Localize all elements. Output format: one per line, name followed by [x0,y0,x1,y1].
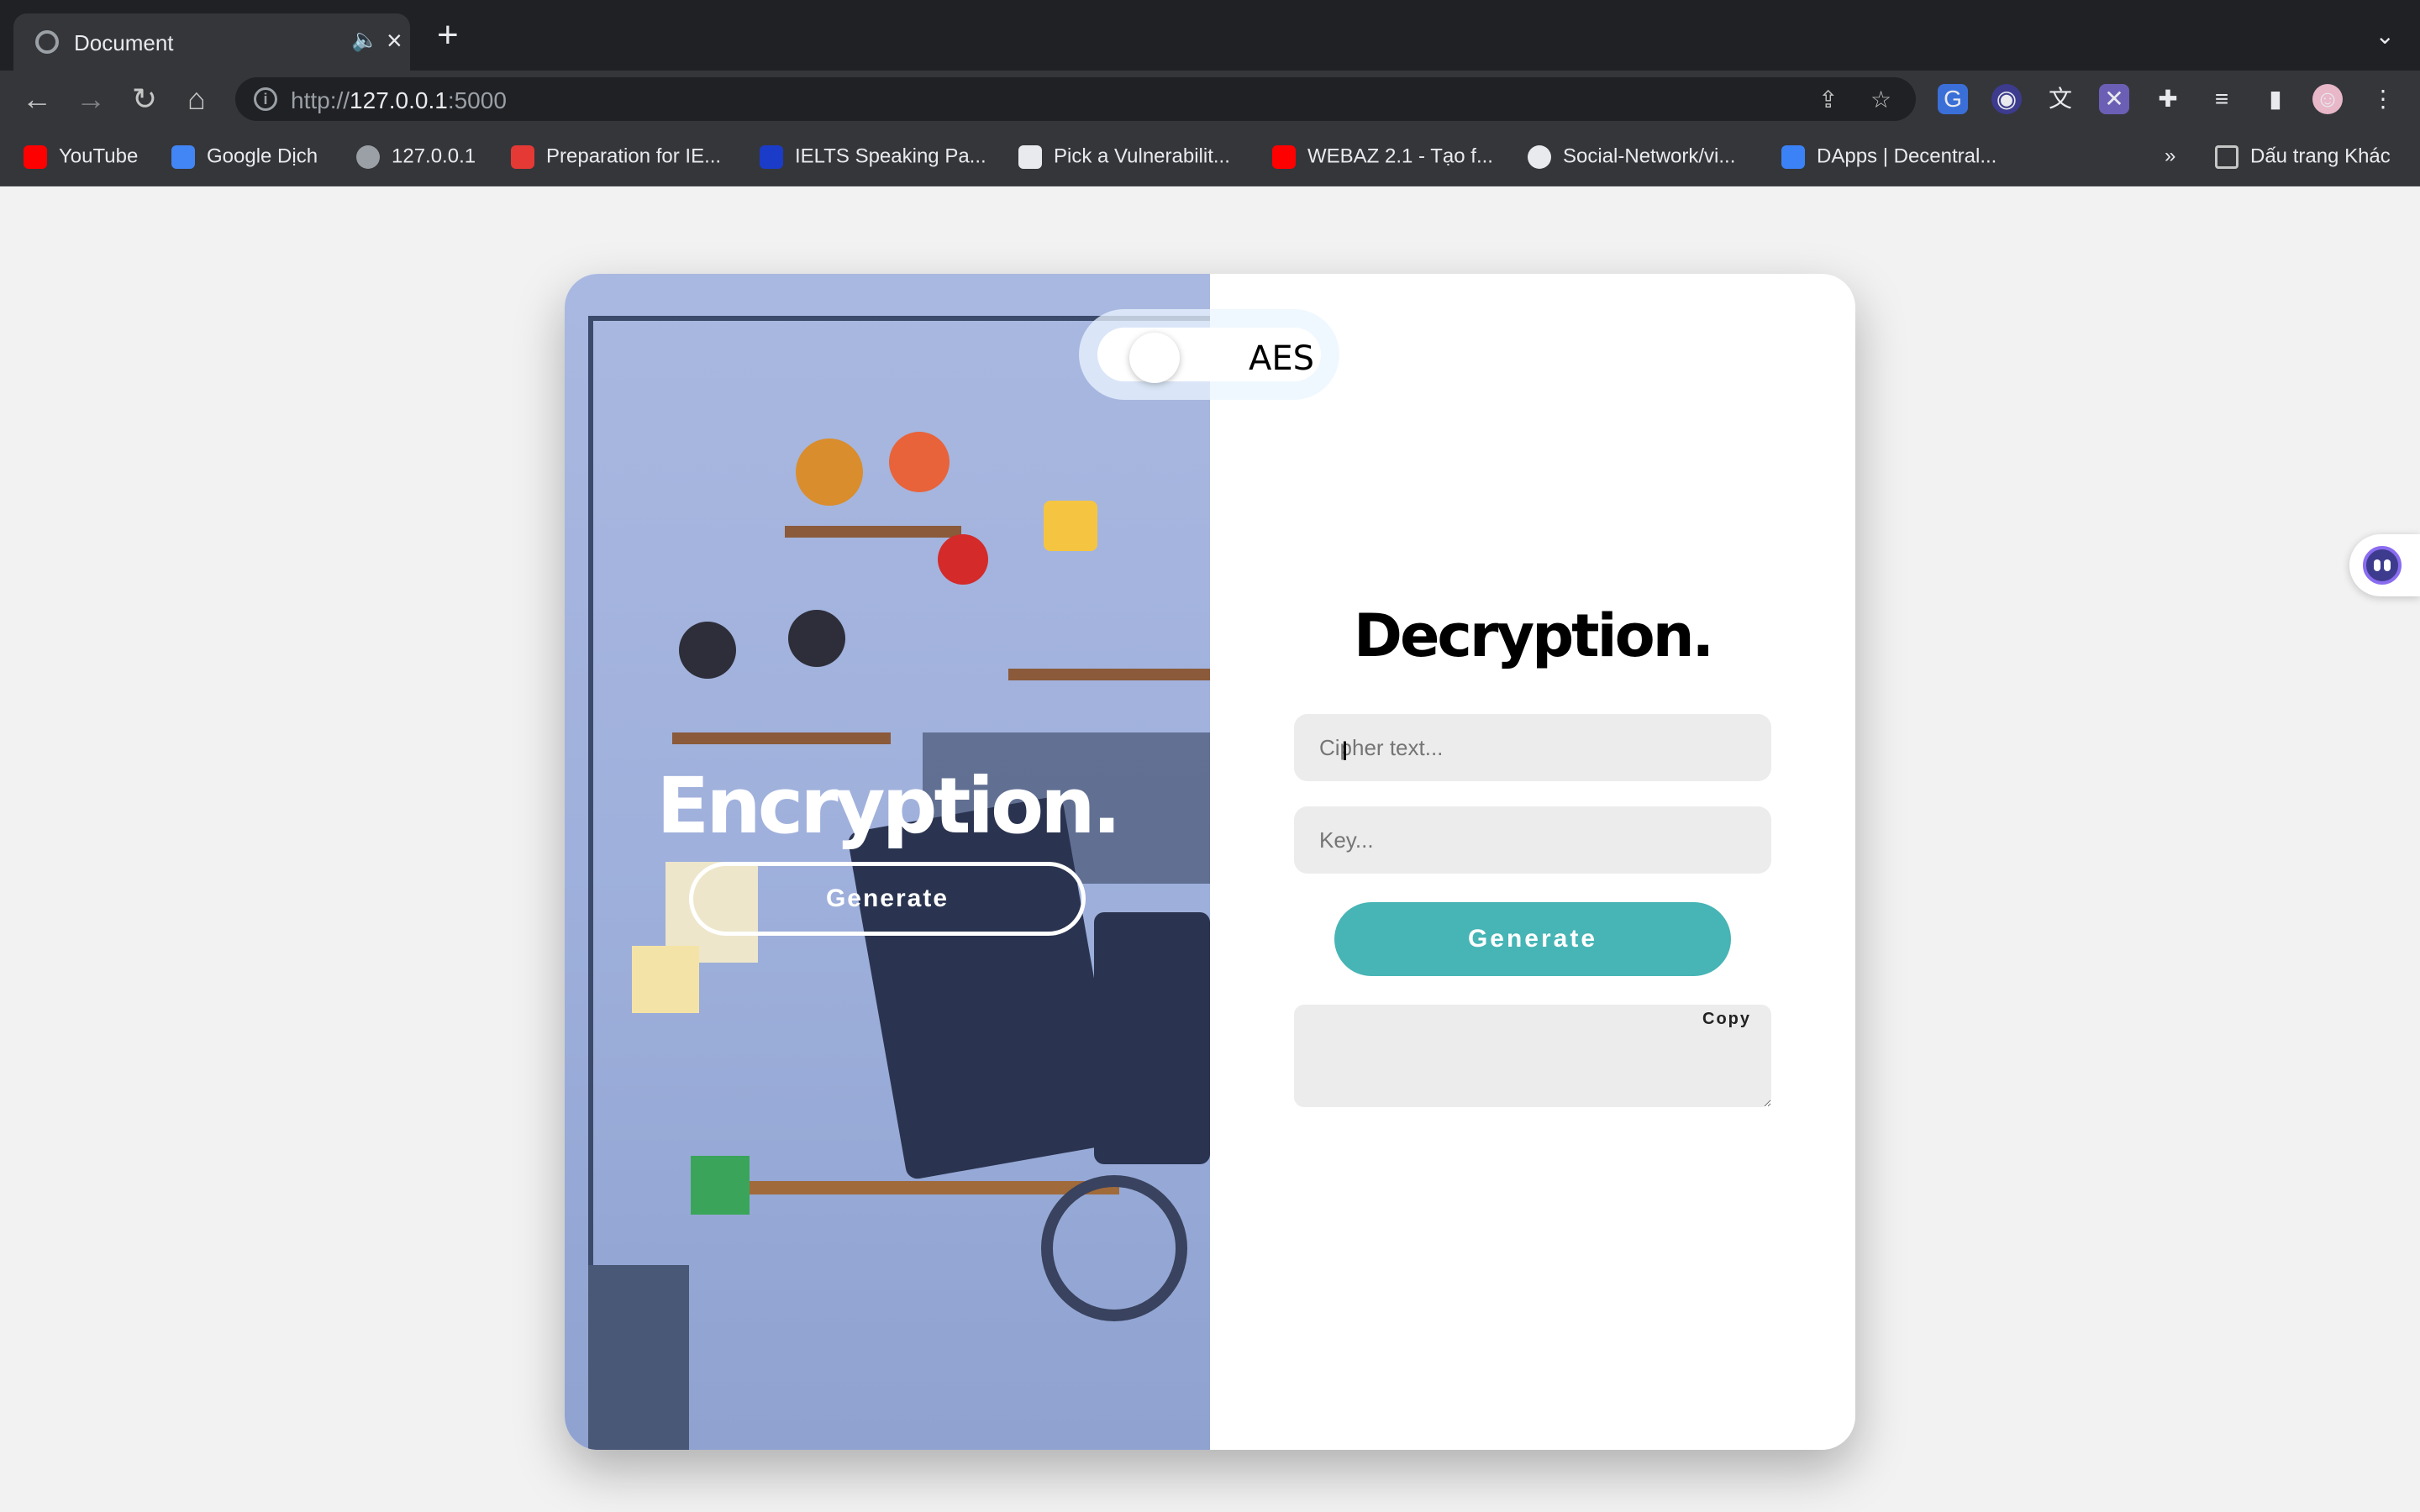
tab-bar: Document 🔈 × + ⌄ [0,0,2420,71]
browser-menu-icon[interactable]: ⋮ [2368,84,2398,114]
shield-icon [1781,144,1805,169]
media-control-icon[interactable]: ≡ [2207,84,2237,114]
cipher-text-input[interactable] [1294,714,1771,781]
decryption-title: Decryption. [1353,601,1714,670]
bookmark-youtube[interactable]: YouTube [24,144,138,171]
bookmark-ielts[interactable]: IELTS Speaking Pa... [760,144,986,171]
hackerone-icon [1018,144,1042,169]
encryption-title: Encryption. [656,761,1121,851]
ielts-icon [760,144,783,169]
side-panel-icon[interactable]: ▮ [2260,84,2291,114]
url-text[interactable]: http://127.0.0.1:5000 [291,87,507,114]
bookmarks-bar: YouTube Google Dịch 127.0.0.1 Preparatio… [0,128,2420,186]
extensions-puzzle-icon[interactable]: ✚ [2153,84,2183,114]
globe-icon [35,30,59,54]
github-icon [1528,144,1551,169]
back-button[interactable]: ← [18,81,55,118]
translate-extension-icon[interactable]: 文 [2045,84,2075,114]
encryption-panel: Encryption. Generate [565,274,1210,1450]
bot-extension-icon[interactable]: ◉ [1991,84,2022,114]
bookmark-google-dich[interactable]: Google Dịch [171,144,318,171]
tab-search-chevron-icon[interactable]: ⌄ [2375,22,2395,50]
floating-assistant-button[interactable] [2349,534,2420,596]
key-input[interactable] [1294,806,1771,874]
text-cursor-icon: I [1341,736,1349,766]
address-bar[interactable]: i http://127.0.0.1:5000 ⇪ ☆ [235,77,1916,121]
folder-icon [2215,144,2238,169]
globe-icon [356,144,380,169]
bookmark-social-network[interactable]: Social-Network/vi... [1528,144,1735,171]
site-info-icon[interactable]: i [254,87,277,111]
preparation-icon [511,144,534,169]
tab-title: Document [74,30,174,55]
game-extension-icon[interactable]: ✕ [2099,84,2129,114]
bookmark-localhost[interactable]: 127.0.0.1 [356,144,476,171]
share-icon[interactable]: ⇪ [1818,86,1838,113]
bookmark-preparation[interactable]: Preparation for IE... [511,144,721,171]
decryption-generate-button[interactable]: Generate [1334,902,1731,976]
bot-face-icon [2363,546,2402,585]
youtube-icon [1272,144,1296,169]
bookmark-webaz[interactable]: WEBAZ 2.1 - Tạo f... [1272,144,1493,171]
forward-button[interactable]: → [72,81,109,118]
reload-button[interactable]: ↻ [126,81,163,118]
output-textarea[interactable] [1294,1005,1771,1107]
other-bookmarks-folder[interactable]: Dấu trang Khác [2215,144,2391,171]
bookmark-pick-vulnerability[interactable]: Pick a Vulnerabilit... [1018,144,1230,171]
browser-tab[interactable]: Document 🔈 × [13,13,410,71]
mode-label: AES [1249,339,1315,378]
toggle-knob[interactable] [1129,333,1180,383]
speaker-icon[interactable]: 🔈 [351,27,378,53]
home-button[interactable]: ⌂ [178,81,215,118]
more-bookmarks-button[interactable]: » [2165,144,2175,171]
copy-button[interactable]: Copy [1702,1010,1751,1029]
youtube-icon [24,144,47,169]
encryption-generate-button[interactable]: Generate [689,862,1086,936]
google-translate-icon [171,144,195,169]
new-tab-button[interactable]: + [437,17,459,54]
bookmark-dapps[interactable]: DApps | Decentral... [1781,144,1996,171]
bookmark-star-icon[interactable]: ☆ [1870,86,1891,113]
crypto-card: Encryption. Generate AES Decryption. Gen… [565,274,1855,1450]
google-translate-extension-icon[interactable]: G [1938,84,1968,114]
profile-avatar[interactable]: ☺ [2312,84,2343,114]
browser-toolbar: ← → ↻ ⌂ i http://127.0.0.1:5000 ⇪ ☆ G ◉ … [0,71,2420,128]
close-tab-icon[interactable]: × [387,25,402,56]
